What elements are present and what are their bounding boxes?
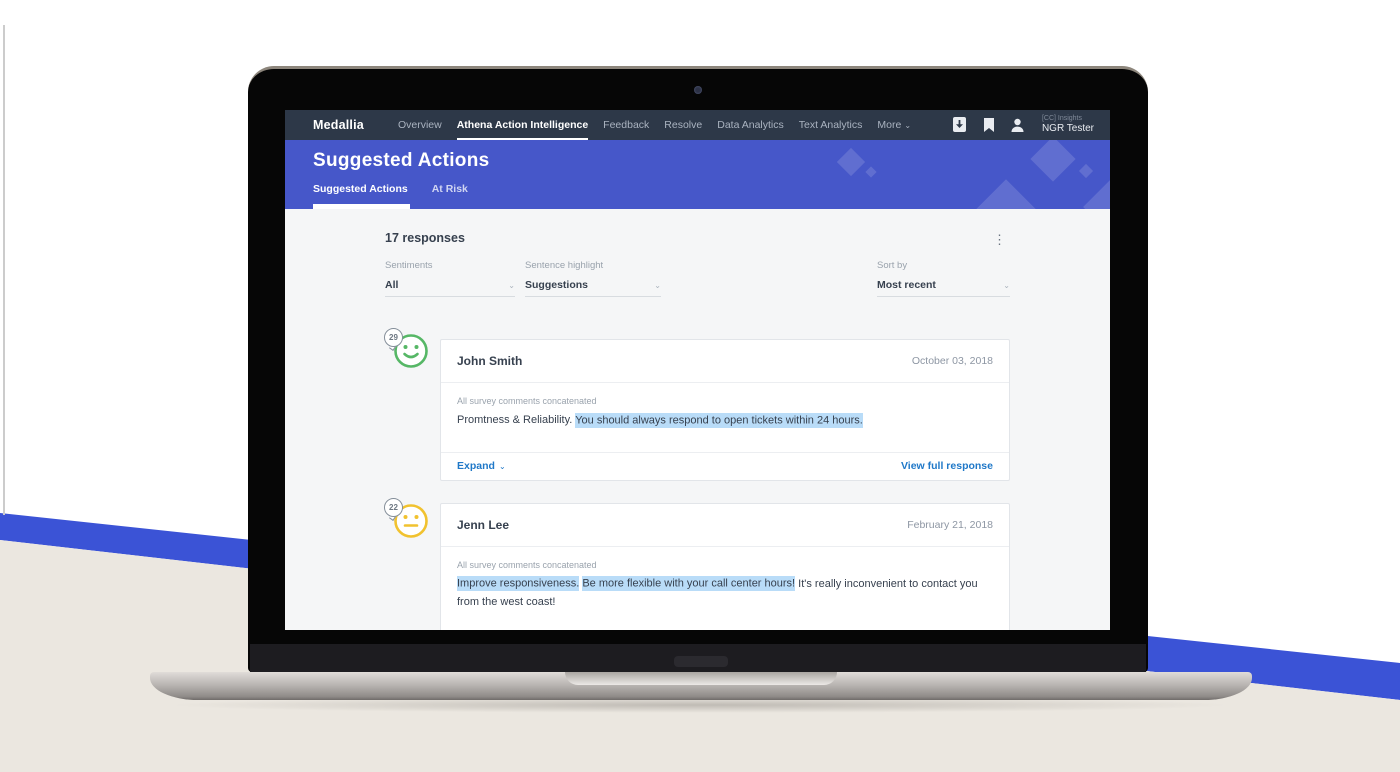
response-card-body: All survey comments concatenated Improve… [441,547,1009,630]
user-icon[interactable] [1011,117,1025,132]
score-badge: 22 [384,498,403,517]
tab-suggested-actions[interactable]: Suggested Actions [313,183,408,195]
response-card: John Smith October 03, 2018 All survey c… [440,339,1010,481]
nav-item-text-analytics[interactable]: Text Analytics [799,110,863,140]
chevron-down-icon: ⌄ [498,462,506,472]
chevron-down-icon: ⌄ [904,121,912,130]
nav-item-feedback[interactable]: Feedback [603,110,649,140]
account-org-label: [CC] Insights [1041,114,1083,122]
filter-sort-by-label: Sort by [877,260,908,271]
responses-panel: 17 responses ⋮ Sentiments All ⌄ Sentence… [285,209,1110,630]
filter-sentence-highlight-select[interactable]: Suggestions ⌄ [525,279,661,297]
response-card-body: All survey comments concatenated Promtne… [441,383,1009,452]
response-card-header: John Smith October 03, 2018 [441,340,1009,383]
comment-text: Improve responsiveness. Be more flexible… [457,575,993,612]
highlighted-suggestion: You should always respond to open ticket… [575,412,863,428]
response-card-footer: Expand ⌄ View full response [441,451,1009,480]
page: Medallia Overview Athena Action Intellig… [0,0,1400,772]
filter-sentence-highlight: Sentence highlight Suggestions ⌄ [525,260,661,297]
navbar-right: [CC] Insights NGR Tester [953,115,1094,135]
page-title: Suggested Actions [313,150,490,171]
filter-sentiments-value: All [385,279,399,291]
respondent-name: Jenn Lee [457,517,510,532]
laptop-base-notch [565,672,837,685]
view-full-response-link[interactable]: View full response [901,460,993,472]
response-date: October 03, 2018 [911,355,993,367]
nav-item-athena-action-intelligence[interactable]: Athena Action Intelligence [456,110,589,140]
filter-sentence-highlight-value: Suggestions [525,279,589,291]
filter-sort-by-value: Most recent [877,279,936,291]
account-menu[interactable]: [CC] Insights NGR Tester [1042,115,1094,135]
filter-sort-by-select[interactable]: Most recent ⌄ [877,279,1010,297]
score-badge: 29 [384,328,403,347]
expand-label: Expand [457,460,495,473]
nav-item-more-label: More [877,119,902,131]
chevron-down-icon: ⌄ [1003,280,1010,290]
laptop-hinge-notch [674,656,728,667]
comment-field-label: All survey comments concatenated [457,559,597,570]
account-user-label: NGR Tester [1041,123,1094,135]
filter-sort-by: Sort by Most recent ⌄ [877,260,1010,297]
top-navbar: Medallia Overview Athena Action Intellig… [285,110,1110,140]
expand-button[interactable]: Expand ⌄ [457,460,506,472]
page-header: Suggested Actions Suggested Actions At R… [285,140,1110,209]
highlighted-suggestion: Improve responsiveness. [457,576,580,592]
chevron-down-icon: ⌄ [654,280,661,290]
response-card-header: Jenn Lee February 21, 2018 [441,504,1009,547]
filter-sentiments: Sentiments All ⌄ [385,260,515,297]
chevron-down-icon: ⌄ [508,280,515,290]
filters-row: Sentiments All ⌄ Sentence highlight Sugg… [385,260,1010,306]
response-date: February 21, 2018 [907,518,993,531]
nav-item-resolve[interactable]: Resolve [664,110,702,140]
export-icon[interactable] [953,117,967,133]
comment-field-label: All survey comments concatenated [457,396,597,406]
nav-item-more[interactable]: More ⌄ [877,110,911,140]
sentiment-avatar-neutral: 22 [384,498,430,544]
comment-text: Promtness & Reliability. You should alwa… [457,411,993,430]
comment-segment: Promtness & Reliability. [457,414,576,426]
tab-at-risk[interactable]: At Risk [432,183,468,195]
nav-item-data-analytics[interactable]: Data Analytics [717,110,784,140]
responses-count: 17 responses [385,231,465,245]
kebab-menu-icon[interactable]: ⋮ [989,231,1010,248]
response-list: John Smith October 03, 2018 All survey c… [440,339,1010,630]
nav-item-overview[interactable]: Overview [398,110,442,140]
highlighted-suggestion: Be more flexible with your call center h… [582,576,796,592]
bookmark-icon[interactable] [982,117,996,132]
filter-sentiments-select[interactable]: All ⌄ [385,279,515,297]
app-screen: Medallia Overview Athena Action Intellig… [285,110,1110,630]
filter-sentiments-label: Sentiments [385,260,433,271]
medallia-logo[interactable]: Medallia [313,118,364,132]
respondent-name: John Smith [457,354,523,368]
sentiment-avatar-positive: 29 [384,328,430,374]
response-card: Jenn Lee February 21, 2018 All survey co… [440,502,1010,630]
webcam-dot [694,86,702,94]
filter-sentence-highlight-label: Sentence highlight [525,260,604,271]
responses-toolbar: 17 responses ⋮ [285,209,1110,248]
left-edge-line [3,25,5,515]
